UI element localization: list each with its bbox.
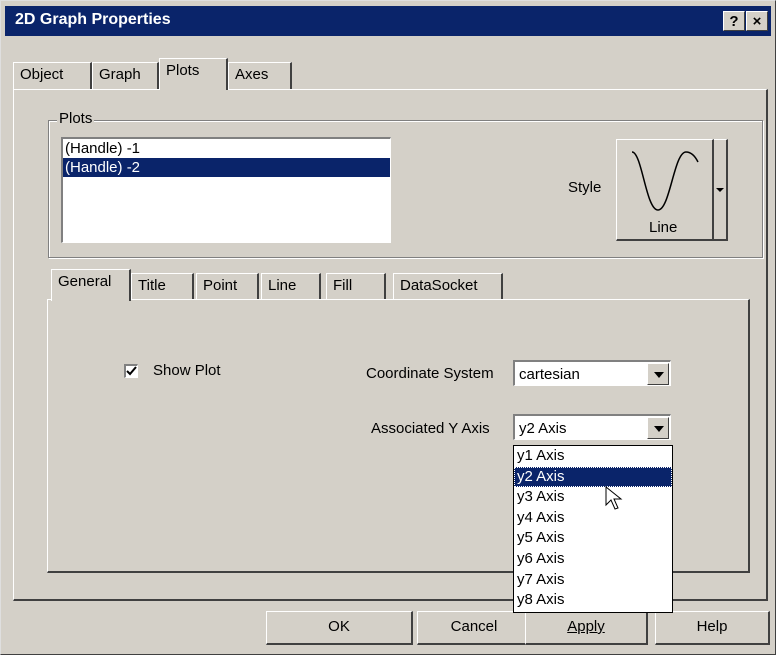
- coordinate-system-value: cartesian: [519, 366, 580, 383]
- dropdown-option[interactable]: y4 Axis: [514, 508, 672, 529]
- associated-y-axis-value: y2 Axis: [519, 420, 567, 437]
- style-dropdown-button[interactable]: [714, 139, 728, 241]
- check-icon: [126, 366, 137, 376]
- subtab-datasocket[interactable]: DataSocket: [393, 273, 503, 301]
- coordinate-system-dropdown-button[interactable]: [647, 363, 669, 385]
- apply-button[interactable]: Apply: [525, 611, 648, 645]
- show-plot-checkbox[interactable]: [124, 364, 138, 378]
- show-plot-label[interactable]: Show Plot: [153, 362, 221, 379]
- dropdown-option[interactable]: y8 Axis: [514, 590, 672, 611]
- cancel-button[interactable]: Cancel: [417, 611, 532, 645]
- tab-plots[interactable]: Plots: [159, 58, 228, 90]
- subtab-point[interactable]: Point: [196, 273, 259, 301]
- chevron-down-icon: [654, 426, 664, 432]
- dialog-window: 2D Graph Properties ? × Object Graph Plo…: [0, 0, 776, 655]
- dropdown-option-highlighted[interactable]: y2 Axis: [514, 466, 672, 488]
- sine-wave-icon: [631, 151, 699, 211]
- tab-object[interactable]: Object: [13, 62, 92, 90]
- ok-button[interactable]: OK: [266, 611, 413, 645]
- plot-list-item-selected[interactable]: (Handle) -2: [63, 158, 390, 177]
- plots-listbox[interactable]: (Handle) -1 (Handle) -2: [61, 137, 391, 243]
- mouse-cursor-icon: [605, 486, 623, 510]
- title-bar[interactable]: 2D Graph Properties ? ×: [5, 6, 771, 36]
- associated-y-axis-label: Associated Y Axis: [371, 420, 490, 437]
- style-value: Line: [649, 219, 678, 236]
- associated-y-axis-select[interactable]: y2 Axis: [513, 414, 671, 440]
- dropdown-option[interactable]: y3 Axis: [514, 487, 672, 508]
- dropdown-option[interactable]: y5 Axis: [514, 528, 672, 549]
- help-title-button[interactable]: ?: [723, 11, 745, 31]
- tab-graph[interactable]: Graph: [92, 62, 159, 90]
- dropdown-option[interactable]: y7 Axis: [514, 570, 672, 591]
- style-label: Style: [568, 179, 602, 196]
- dropdown-option[interactable]: y6 Axis: [514, 549, 672, 570]
- coordinate-system-select[interactable]: cartesian: [513, 360, 671, 386]
- window-title: 2D Graph Properties: [15, 11, 171, 28]
- chevron-down-icon: [654, 372, 664, 378]
- tab-axes[interactable]: Axes: [228, 62, 292, 90]
- close-title-button[interactable]: ×: [746, 11, 768, 31]
- dropdown-option[interactable]: y1 Axis: [514, 446, 672, 467]
- help-button[interactable]: Help: [655, 611, 770, 645]
- plot-list-item[interactable]: (Handle) -1: [63, 139, 390, 158]
- plots-group-label: Plots: [57, 110, 95, 127]
- subtab-fill[interactable]: Fill: [326, 273, 386, 301]
- subtab-title[interactable]: Title: [131, 273, 194, 301]
- plot-style-button[interactable]: Line: [616, 139, 714, 241]
- coordinate-system-label: Coordinate System: [366, 365, 494, 382]
- subtab-general[interactable]: General: [51, 269, 131, 301]
- associated-y-axis-dropdown-button[interactable]: [647, 417, 669, 439]
- small-arrow-icon: [716, 188, 724, 192]
- subtab-line[interactable]: Line: [261, 273, 321, 301]
- y-axis-dropdown-list[interactable]: y1 Axis y2 Axis y3 Axis y4 Axis y5 Axis …: [513, 445, 673, 613]
